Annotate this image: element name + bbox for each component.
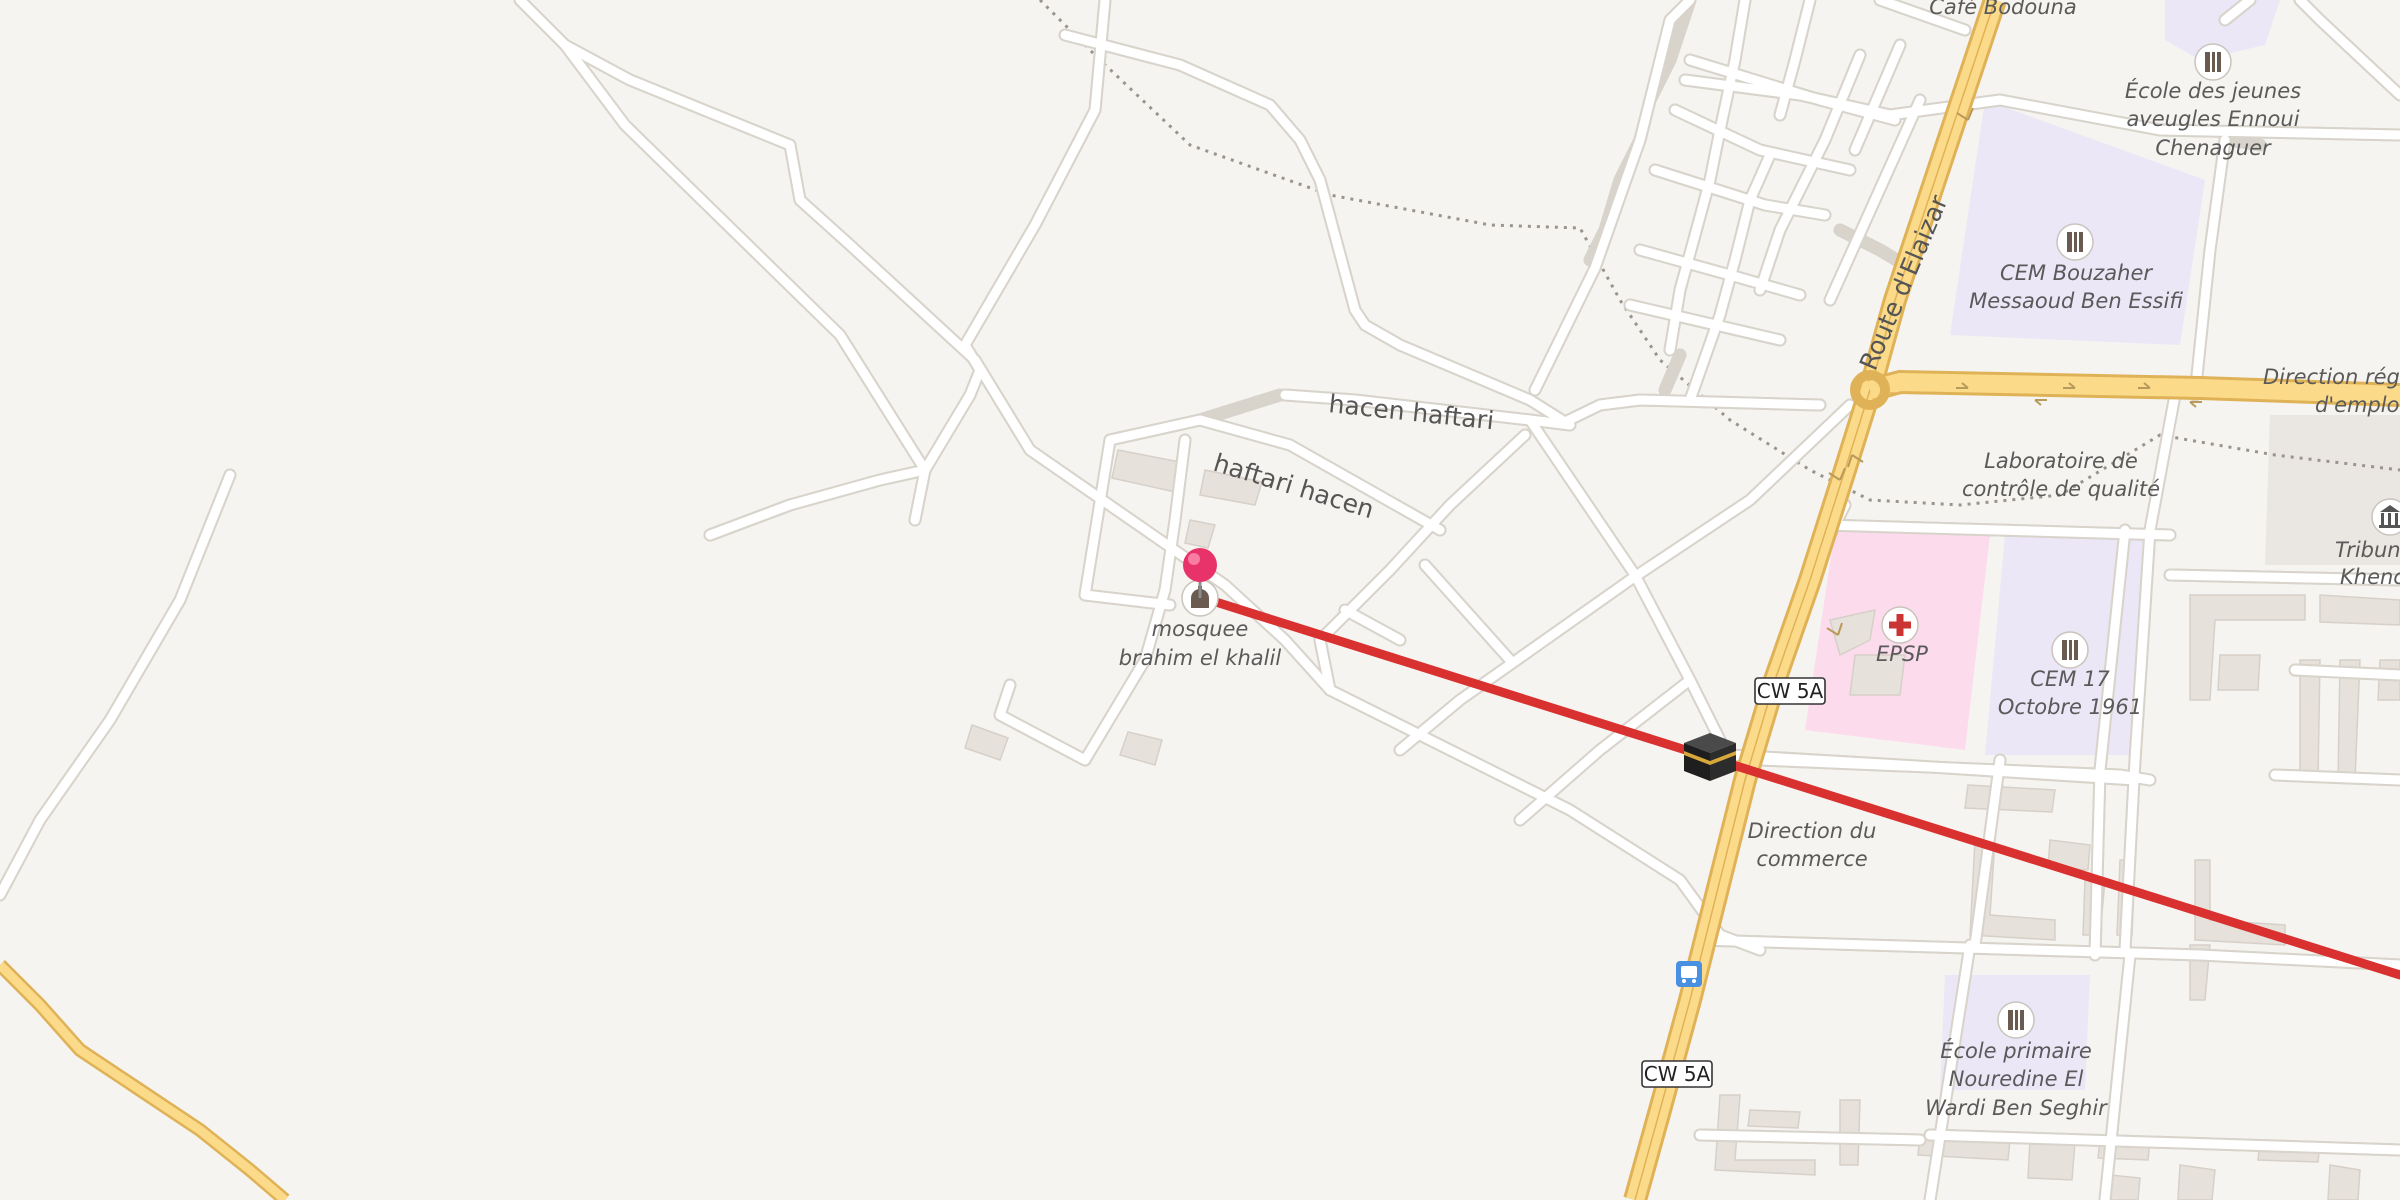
ecole-primaire-label-2: Nouredine El xyxy=(1949,1067,2084,1091)
courthouse-icon[interactable] xyxy=(2371,498,2400,536)
cafe-label: Café Bodouna xyxy=(1929,0,2076,19)
ecole-primaire-label-1: École primaire xyxy=(1940,1038,2092,1063)
bus-stop-icon[interactable] xyxy=(1676,961,1702,987)
laboratoire-label-2: contrôle de qualité xyxy=(1962,477,2160,501)
school-aveugles-label-2: aveugles Ennoui xyxy=(2126,107,2299,131)
tribunal-label-2: Khenc xyxy=(2340,565,2400,589)
tribunal-label-1: Tribun xyxy=(2335,538,2400,562)
direction-regionale-label-2: d'emploi xyxy=(2315,393,2400,417)
epsp-label: EPSP xyxy=(1876,642,1928,666)
school-icon[interactable] xyxy=(1997,1001,2035,1039)
svg-text:CW 5A: CW 5A xyxy=(1644,1062,1711,1086)
cem-bouzaher-label-1: CEM Bouzaher xyxy=(2000,261,2153,285)
road-shield-cw5a-2: CW 5A xyxy=(1641,1060,1713,1088)
svg-text:CW 5A: CW 5A xyxy=(1757,679,1824,703)
laboratoire-label-1: Laboratoire de xyxy=(1984,449,2138,473)
map-canvas[interactable]: Café Bodouna École des jeunes aveugles E… xyxy=(0,0,2400,1200)
cem-bouzaher-label-2: Messaoud Ben Essifi xyxy=(1969,289,2183,313)
direction-commerce-label-2: commerce xyxy=(1756,847,1867,871)
school-icon[interactable] xyxy=(2056,223,2094,261)
road-shield-cw5a-1: CW 5A xyxy=(1754,677,1826,705)
mosque-label-1: mosquee xyxy=(1152,617,1249,641)
cem-17-label-1: CEM 17 xyxy=(2030,667,2110,691)
school-icon[interactable] xyxy=(2194,43,2232,81)
ecole-primaire-label-3: Wardi Ben Seghir xyxy=(1925,1096,2108,1120)
hospital-cross-icon[interactable] xyxy=(1881,606,1919,644)
school-aveugles-label-1: École des jeunes xyxy=(2125,78,2301,103)
school-icon[interactable] xyxy=(2051,631,2089,669)
school-aveugles-label-3: Chenaguer xyxy=(2155,136,2272,160)
cem-17-label-2: Octobre 1961 xyxy=(1998,695,2142,719)
direction-commerce-label-1: Direction du xyxy=(1748,819,1877,843)
kaaba-icon[interactable] xyxy=(1684,733,1736,781)
mosque-label-2: brahim el khalil xyxy=(1119,646,1282,670)
direction-regionale-label-1: Direction régi xyxy=(2263,365,2400,389)
